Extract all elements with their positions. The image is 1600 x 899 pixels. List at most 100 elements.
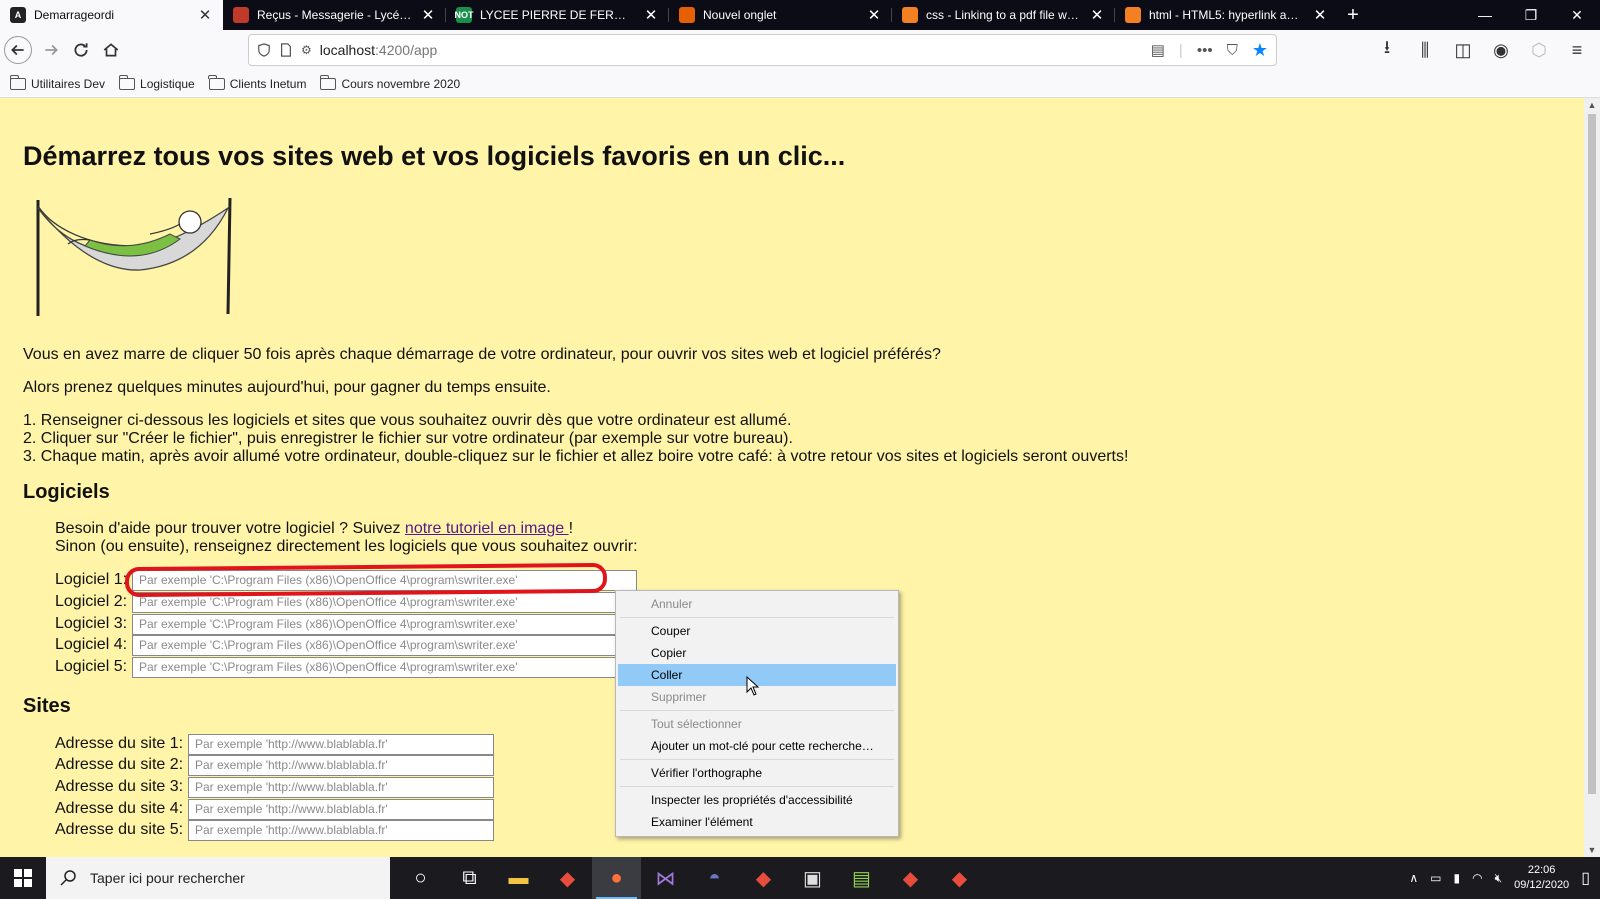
hammock-illustration (36, 197, 232, 316)
site-5-input[interactable]: Par exemple 'http://www.blablabla.fr' (188, 820, 494, 841)
menu-item-12[interactable]: Inspecter les propriétés d'accessibilité (618, 789, 896, 811)
tab-6[interactable]: html - HTML5: hyperlink and n ✕ (1115, 0, 1338, 30)
tab-3[interactable]: NOT LYCEE PIERRE DE FERMAT - PR ✕ (446, 0, 669, 30)
tab-2[interactable]: Reçus - Messagerie - Lycée Gén ✕ (223, 0, 446, 30)
bookmark-folder-2[interactable]: Logistique (118, 74, 195, 91)
close-tab-icon[interactable]: ✕ (1312, 6, 1328, 24)
bookmark-folder-1[interactable]: Utilitaires Dev (9, 74, 105, 91)
site-3-input[interactable]: Par exemple 'http://www.blablabla.fr' (188, 777, 494, 798)
menu-item-3[interactable]: Copier (618, 642, 896, 664)
close-tab-icon[interactable]: ✕ (1089, 6, 1105, 24)
system-tray: ∧ ▭ ▮ ◠ 🔇︎ 22:06 09/12/2020 ▯ (1409, 863, 1600, 893)
more-actions-icon[interactable]: ••• (1197, 42, 1213, 59)
menu-icon[interactable]: ≡ (1562, 35, 1592, 65)
logiciel-3-label: Logiciel 3: (55, 615, 128, 632)
back-button[interactable] (4, 36, 32, 64)
minimize-button[interactable]: — (1462, 0, 1508, 30)
taskbar-search[interactable]: Taper ici pour rechercher (46, 857, 390, 899)
navigation-bar: ⚙ localhost:4200/app ▤ | ••• ⛉ ★ ⭳ ⫼ ◫ ◉… (0, 30, 1600, 70)
menu-separator (620, 759, 894, 760)
logiciel-4-input[interactable]: Par exemple 'C:\Program Files (x86)\Open… (132, 635, 637, 656)
shield-icon[interactable] (257, 43, 271, 57)
bookmarks-bar: Utilitaires Dev Logistique Clients Inetum C… (0, 70, 1600, 98)
taskbar-app-10[interactable]: ▤ (837, 857, 886, 899)
tab-title: Nouvel onglet (703, 8, 777, 22)
new-tab-button[interactable]: + (1338, 0, 1368, 30)
site-1-input[interactable]: Par exemple 'http://www.blablabla.fr' (188, 734, 494, 755)
site-2-input[interactable]: Par exemple 'http://www.blablabla.fr' (188, 755, 494, 776)
taskbar-app-7[interactable]: ◓ (690, 857, 739, 899)
pocket-icon[interactable]: ⛉ (1227, 42, 1238, 59)
menu-item-10[interactable]: Vérifier l'orthographe (618, 762, 896, 784)
notifications-icon[interactable]: ▯ (1581, 868, 1590, 888)
wifi-icon[interactable]: ◠ (1472, 871, 1482, 885)
close-tab-icon[interactable]: ✕ (197, 6, 213, 24)
vertical-scrollbar[interactable]: ▲ ▼ (1584, 98, 1600, 857)
menu-item-8[interactable]: Ajouter un mot-clé pour cette recherche… (618, 735, 896, 757)
separator: | (1178, 41, 1183, 59)
tutorial-link[interactable]: notre tutoriel en image (405, 520, 569, 537)
downloads-icon[interactable]: ⭳ (1372, 35, 1402, 65)
scroll-up-icon[interactable]: ▲ (1584, 98, 1600, 112)
account-icon[interactable]: ◉ (1486, 35, 1516, 65)
tab-4[interactable]: Nouvel onglet ✕ (669, 0, 892, 30)
bookmark-folder-3[interactable]: Clients Inetum (208, 74, 306, 91)
taskbar-app-1[interactable]: ○ (396, 857, 445, 899)
intro-text-1: Vous en avez marre de cliquer 50 fois ap… (23, 346, 941, 363)
taskbar-apps: ○ ⧉ ▬ ◆ ● ⋈ ◓ ◆ ▣ ▤ ◆ ◆ (396, 857, 984, 899)
forward-button[interactable] (36, 35, 66, 65)
close-window-button[interactable]: ✕ (1554, 0, 1600, 30)
logiciel-3-input[interactable]: Par exemple 'C:\Program Files (x86)\Open… (132, 614, 637, 635)
cortana-icon: ○ (414, 866, 427, 889)
taskbar-app-8[interactable]: ◆ (739, 857, 788, 899)
taskbar-app-4[interactable]: ◆ (543, 857, 592, 899)
site-4-input[interactable]: Par exemple 'http://www.blablabla.fr' (188, 799, 494, 820)
clock[interactable]: 22:06 09/12/2020 (1514, 863, 1569, 893)
menu-item-2[interactable]: Couper (618, 620, 896, 642)
taskbar-app-5[interactable]: ● (592, 857, 641, 899)
app-icon: ◆ (951, 867, 968, 890)
home-button[interactable] (96, 35, 126, 65)
logiciel-5-input[interactable]: Par exemple 'C:\Program Files (x86)\Open… (132, 657, 637, 678)
taskbar-app-6[interactable]: ⋈ (641, 857, 690, 899)
start-button[interactable] (0, 857, 46, 899)
menu-item-13[interactable]: Examiner l'élément (618, 811, 896, 833)
clock-date: 09/12/2020 (1514, 879, 1570, 891)
task-view-icon: ⧉ (462, 866, 477, 889)
scroll-down-icon[interactable]: ▼ (1584, 843, 1600, 857)
sidebar-icon[interactable]: ◫ (1448, 35, 1478, 65)
taskbar-app-2[interactable]: ⧉ (445, 857, 494, 899)
taskbar-app-3[interactable]: ▬ (494, 857, 543, 899)
bookmark-star-icon[interactable]: ★ (1252, 40, 1268, 61)
close-tab-icon[interactable]: ✕ (866, 6, 882, 24)
library-icon[interactable]: ⫼ (1410, 35, 1440, 65)
url-path: :4200/app (375, 42, 438, 58)
close-tab-icon[interactable]: ✕ (643, 6, 659, 24)
tab-5[interactable]: css - Linking to a pdf file with h ✕ (892, 0, 1115, 30)
terminal-icon: ▣ (803, 867, 822, 890)
bookmark-label: Logistique (140, 76, 195, 91)
extension-icon[interactable]: ⬡ (1524, 35, 1554, 65)
url-bar[interactable]: ⚙ localhost:4200/app ▤ | ••• ⛉ ★ (248, 34, 1277, 66)
permissions-icon[interactable]: ⚙ (301, 43, 312, 57)
reader-view-icon[interactable]: ▤ (1151, 41, 1165, 59)
scroll-thumb[interactable] (1588, 114, 1596, 794)
battery-icon[interactable]: ▮ (1453, 871, 1460, 885)
bookmark-folder-4[interactable]: Cours novembre 2020 (319, 74, 460, 91)
volume-muted-icon[interactable]: 🔇︎ (1495, 871, 1503, 886)
close-tab-icon[interactable]: ✕ (420, 6, 436, 24)
tab-favicon-icon (233, 7, 249, 23)
tab-1[interactable]: A Demarrageordi ✕ (0, 0, 223, 30)
restore-button[interactable]: ❐ (1508, 0, 1554, 30)
page-icon[interactable] (279, 43, 293, 57)
taskbar-app-11[interactable]: ◆ (886, 857, 935, 899)
reload-button[interactable] (66, 35, 96, 65)
menu-separator (620, 786, 894, 787)
notepad-icon: ▤ (852, 867, 871, 890)
taskbar-app-12[interactable]: ◆ (935, 857, 984, 899)
clock-time: 22:06 (1527, 864, 1556, 876)
taskbar-app-9[interactable]: ▣ (788, 857, 837, 899)
reload-icon (74, 43, 88, 57)
meet-icon[interactable]: ▭ (1430, 871, 1441, 885)
chevron-up-icon[interactable]: ∧ (1409, 871, 1418, 885)
